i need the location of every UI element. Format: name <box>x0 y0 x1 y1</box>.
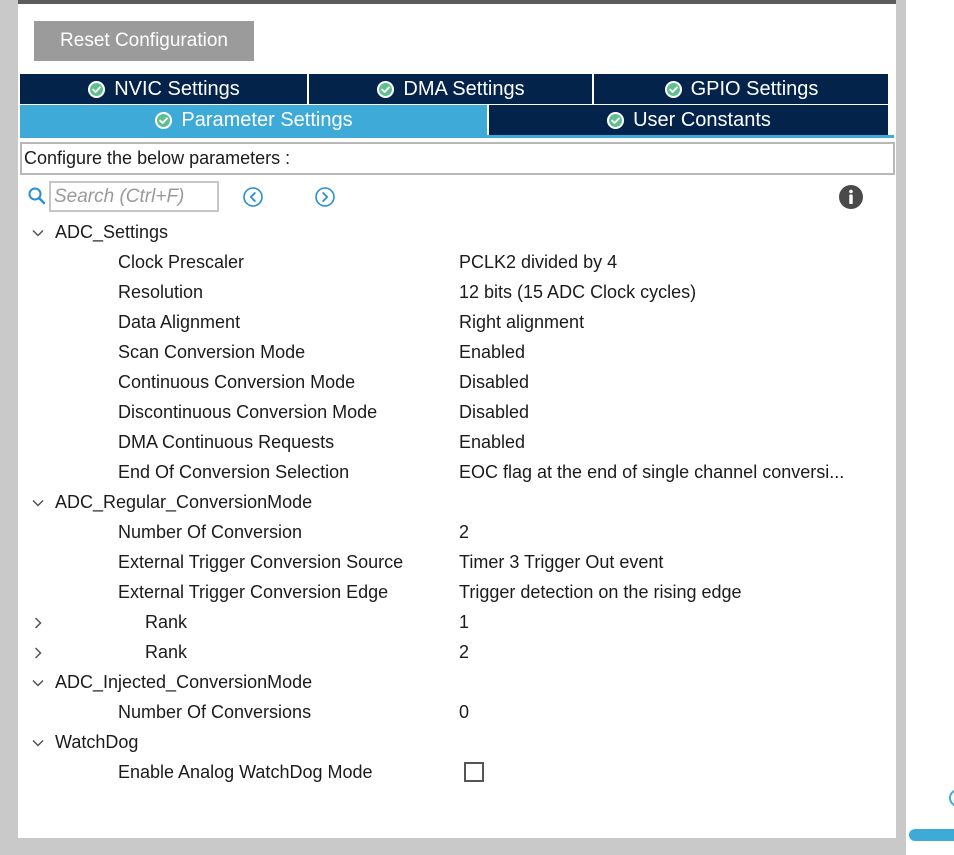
group-adc-settings[interactable]: ADC_Settings <box>0 218 896 248</box>
param-label: External Trigger Conversion Source <box>118 552 404 572</box>
param-label: DMA Continuous Requests <box>118 432 335 452</box>
tab-user-constants[interactable]: User Constants <box>489 105 888 135</box>
group-adc-injected-conversionmode[interactable]: ADC_Injected_ConversionMode <box>0 668 896 698</box>
chevron-down-icon <box>32 739 44 747</box>
param-value[interactable]: Disabled <box>459 372 529 393</box>
check-circle-icon <box>664 80 683 99</box>
search-input[interactable] <box>49 181 219 212</box>
param-row[interactable]: End Of Conversion Selection EOC flag at … <box>0 458 896 488</box>
param-label: Number Of Conversion <box>118 522 303 542</box>
check-circle-icon <box>87 80 106 99</box>
param-value[interactable]: EOC flag at the end of single channel co… <box>459 462 844 483</box>
param-label: Discontinuous Conversion Mode <box>118 402 378 422</box>
rank-value[interactable]: 2 <box>459 642 469 663</box>
param-row[interactable]: External Trigger Conversion Edge Trigger… <box>0 578 896 608</box>
param-row[interactable]: Enable Analog WatchDog Mode <box>0 758 896 788</box>
param-value[interactable]: 12 bits (15 ADC Clock cycles) <box>459 282 696 303</box>
group-label: ADC_Settings <box>55 222 169 242</box>
window-right-border <box>896 0 906 855</box>
param-label: Continuous Conversion Mode <box>118 372 356 392</box>
param-row[interactable]: Resolution 12 bits (15 ADC Clock cycles) <box>0 278 896 308</box>
tab-label: Parameter Settings <box>181 108 353 131</box>
rank-label: Rank <box>145 612 188 632</box>
param-value[interactable]: Timer 3 Trigger Out event <box>459 552 663 573</box>
tab-label: User Constants <box>633 108 771 131</box>
rank-value[interactable]: 1 <box>459 612 469 633</box>
tab-label: GPIO Settings <box>690 77 819 100</box>
param-row[interactable]: Data Alignment Right alignment <box>0 308 896 338</box>
tab-label: DMA Settings <box>403 77 525 100</box>
info-icon[interactable] <box>838 184 864 210</box>
group-watchdog[interactable]: WatchDog <box>0 728 896 758</box>
prev-match-icon[interactable] <box>242 186 264 208</box>
chevron-down-icon <box>32 499 44 507</box>
param-label: Clock Prescaler <box>118 252 245 272</box>
param-label: End Of Conversion Selection <box>118 462 350 482</box>
tab-underline <box>20 135 894 138</box>
tab-nvic-settings[interactable]: NVIC Settings <box>20 74 309 104</box>
param-row[interactable]: Discontinuous Conversion Mode Disabled <box>0 398 896 428</box>
check-circle-icon <box>154 111 173 130</box>
param-label: Number Of Conversions <box>118 702 312 722</box>
param-label: Enable Analog WatchDog Mode <box>118 762 373 782</box>
param-row[interactable]: Clock Prescaler PCLK2 divided by 4 <box>0 248 896 278</box>
group-label: ADC_Injected_ConversionMode <box>55 672 313 692</box>
param-value[interactable]: Right alignment <box>459 312 584 333</box>
param-value[interactable]: Enabled <box>459 342 525 363</box>
partial-side-button[interactable] <box>909 829 954 841</box>
check-circle-icon <box>606 111 625 130</box>
group-adc-regular-conversionmode[interactable]: ADC_Regular_ConversionMode <box>0 488 896 518</box>
enable-analog-watchdog-checkbox[interactable] <box>464 762 484 782</box>
tab-gpio-settings[interactable]: GPIO Settings <box>594 74 888 104</box>
param-row[interactable]: Scan Conversion Mode Enabled <box>0 338 896 368</box>
chevron-down-icon <box>32 679 44 687</box>
chevron-down-icon <box>32 229 44 237</box>
param-value[interactable]: 0 <box>459 702 469 723</box>
rank-row[interactable]: Rank 2 <box>0 638 896 668</box>
tab-label: NVIC Settings <box>114 77 240 100</box>
config-prompt: Configure the below parameters : <box>20 142 895 175</box>
rank-label: Rank <box>145 642 188 662</box>
reset-configuration-button[interactable]: Reset Configuration <box>34 21 254 61</box>
search-icon[interactable] <box>27 186 47 206</box>
group-label: ADC_Regular_ConversionMode <box>55 492 313 512</box>
param-value[interactable]: Trigger detection on the rising edge <box>459 582 742 603</box>
param-value[interactable]: Enabled <box>459 432 525 453</box>
tab-dma-settings[interactable]: DMA Settings <box>309 74 594 104</box>
chevron-right-icon[interactable] <box>31 616 45 630</box>
group-label: WatchDog <box>55 732 139 752</box>
param-row[interactable]: Continuous Conversion Mode Disabled <box>0 368 896 398</box>
tabs-row-2: Parameter Settings User Constants <box>20 105 888 135</box>
tabs-row-1: NVIC Settings DMA Settings GPIO Settings <box>20 74 888 104</box>
param-value[interactable]: Disabled <box>459 402 529 423</box>
rank-row[interactable]: Rank 1 <box>0 608 896 638</box>
param-row[interactable]: DMA Continuous Requests Enabled <box>0 428 896 458</box>
param-row[interactable]: Number Of Conversions 0 <box>0 698 896 728</box>
param-row[interactable]: External Trigger Conversion Source Timer… <box>0 548 896 578</box>
param-row[interactable]: Number Of Conversion 2 <box>0 518 896 548</box>
param-label: External Trigger Conversion Edge <box>118 582 389 602</box>
param-value[interactable]: 2 <box>459 522 469 543</box>
check-circle-icon <box>376 80 395 99</box>
partial-spinner-icon <box>949 790 954 806</box>
param-value[interactable]: PCLK2 divided by 4 <box>459 252 617 273</box>
param-label: Scan Conversion Mode <box>118 342 306 362</box>
chevron-right-icon[interactable] <box>31 646 45 660</box>
param-label: Resolution <box>118 282 204 302</box>
window-bottom-strip <box>0 838 906 855</box>
tab-parameter-settings[interactable]: Parameter Settings <box>20 105 489 135</box>
next-match-icon[interactable] <box>314 186 336 208</box>
param-label: Data Alignment <box>118 312 241 332</box>
